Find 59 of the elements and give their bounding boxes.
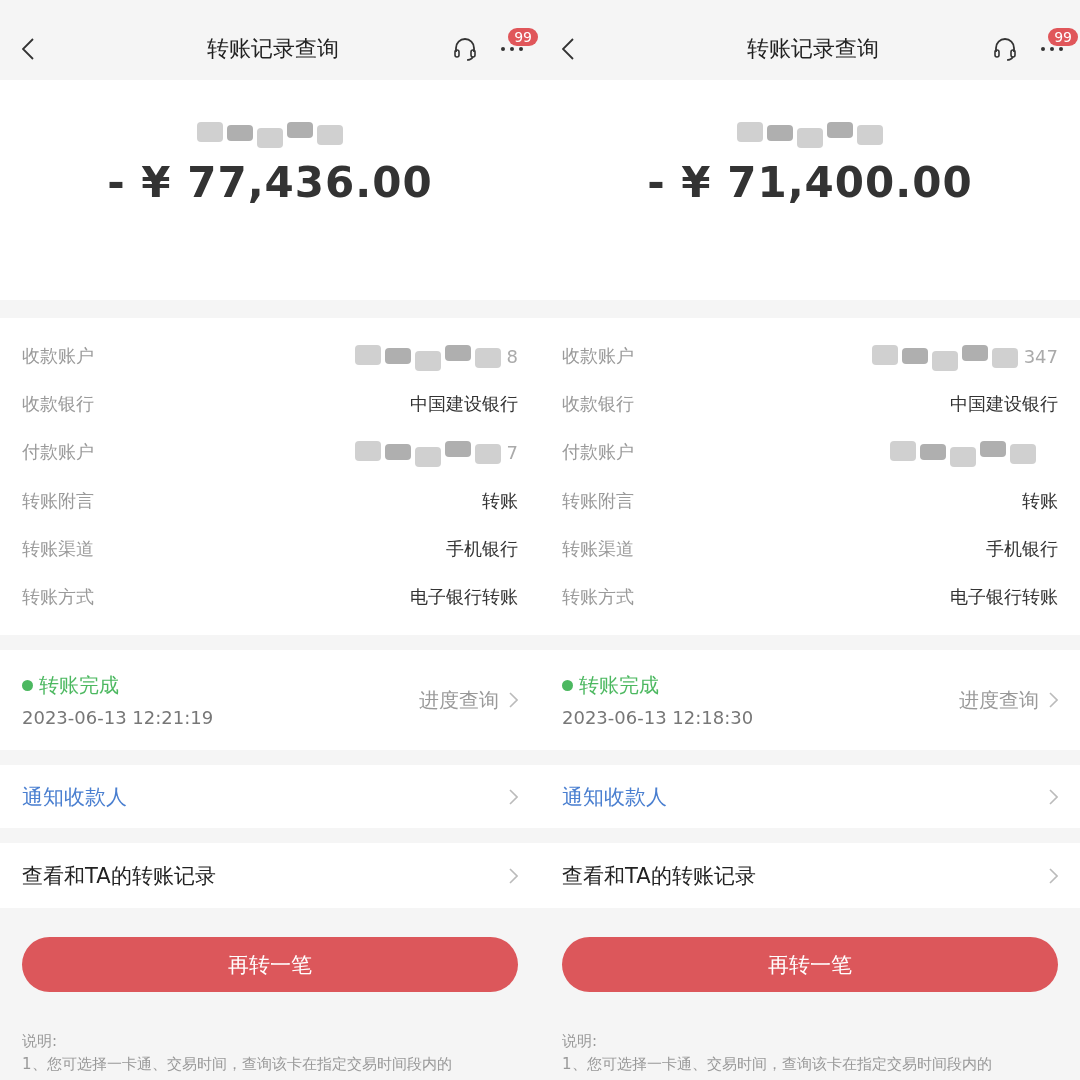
chevron-right-icon	[1049, 867, 1058, 884]
status-label: 转账完成	[39, 672, 119, 699]
transfer-amount: - ¥ 71,400.00	[647, 158, 973, 207]
page-title: 转账记录查询	[747, 35, 879, 63]
detail-label: 收款账户	[22, 344, 94, 369]
progress-link[interactable]: 进度查询	[419, 686, 518, 714]
chevron-right-icon	[1049, 692, 1058, 708]
detail-value: 7	[506, 441, 518, 463]
detail-label: 转账渠道	[562, 536, 634, 561]
chevron-right-icon	[509, 867, 518, 884]
notify-payee-link[interactable]: 通知收款人	[0, 765, 540, 828]
transfer-again-button[interactable]: 再转一笔	[22, 937, 518, 992]
detail-label: 转账方式	[562, 584, 634, 609]
detail-label: 付款账户	[22, 440, 94, 465]
back-button[interactable]	[562, 38, 574, 60]
notes-text: 1、您可选择一卡通、交易时间，查询该卡在指定交易时间段内的	[562, 1055, 993, 1074]
transfer-history-link[interactable]: 查看和TA的转账记录	[0, 843, 540, 908]
detail-value: 手机银行	[446, 536, 518, 561]
more-button[interactable]	[500, 46, 524, 52]
transfer-history-link[interactable]: 查看和TA的转账记录	[540, 843, 1080, 908]
detail-value: 电子银行转账	[410, 584, 518, 609]
detail-label: 收款账户	[562, 344, 634, 369]
transfer-again-button[interactable]: 再转一笔	[562, 937, 1058, 992]
detail-value: 手机银行	[986, 536, 1058, 561]
notification-badge: 99	[1048, 28, 1078, 46]
detail-value: 中国建设银行	[950, 392, 1058, 417]
transfer-amount: - ¥ 77,436.00	[107, 158, 433, 207]
detail-value: 中国建设银行	[410, 392, 518, 417]
status-dot	[562, 680, 573, 691]
detail-label: 收款银行	[22, 392, 94, 417]
detail-label: 转账方式	[22, 584, 94, 609]
detail-value: 8	[506, 345, 518, 367]
status-label: 转账完成	[579, 672, 659, 699]
notification-badge: 99	[508, 28, 538, 46]
headset-icon[interactable]	[452, 36, 478, 62]
back-button[interactable]	[22, 38, 34, 60]
detail-label: 付款账户	[562, 440, 634, 465]
detail-value: 转账	[482, 488, 518, 513]
headset-icon[interactable]	[992, 36, 1018, 62]
detail-value: 347	[1023, 345, 1058, 367]
page-title: 转账记录查询	[207, 35, 339, 63]
notify-payee-link[interactable]: 通知收款人	[540, 765, 1080, 828]
notes-text: 1、您可选择一卡通、交易时间，查询该卡在指定交易时间段内的	[22, 1055, 453, 1074]
transfer-time: 2023-06-13 12:21:19	[22, 707, 214, 728]
status-dot	[22, 680, 33, 691]
progress-link[interactable]: 进度查询	[959, 686, 1058, 714]
detail-label: 转账附言	[22, 488, 94, 513]
chevron-right-icon	[509, 788, 518, 805]
chevron-right-icon	[509, 692, 518, 708]
transfer-time: 2023-06-13 12:18:30	[562, 707, 754, 728]
detail-label: 收款银行	[562, 392, 634, 417]
notes-heading: 说明:	[562, 1032, 599, 1051]
detail-label: 转账附言	[562, 488, 634, 513]
detail-value: 转账	[1022, 488, 1058, 513]
detail-label: 转账渠道	[22, 536, 94, 561]
notes-heading: 说明:	[22, 1032, 59, 1051]
detail-value: 电子银行转账	[950, 584, 1058, 609]
more-button[interactable]	[1040, 46, 1064, 52]
chevron-right-icon	[1049, 788, 1058, 805]
